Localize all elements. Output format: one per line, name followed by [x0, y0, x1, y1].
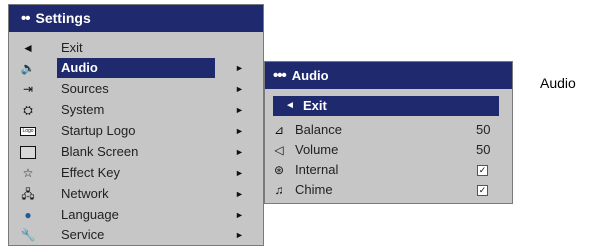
- figure-caption: Audio: [540, 75, 576, 91]
- submenu-item-internal[interactable]: ⊛ Internal ✓: [265, 160, 512, 180]
- system-icon: ⛭: [23, 103, 33, 117]
- chime-checkbox[interactable]: ✓: [477, 185, 488, 196]
- submenu-arrow-icon: ►: [235, 84, 244, 94]
- menu-item-label: System: [61, 102, 105, 117]
- menu-item-audio[interactable]: 🔈 Audio ►: [9, 58, 263, 78]
- back-arrow-icon: ◄: [22, 41, 34, 55]
- submenu-item-chime[interactable]: ♫ Chime ✓: [265, 180, 512, 200]
- menu-item-service[interactable]: 🔧 Service ►: [9, 225, 263, 245]
- wrench-icon: 🔧: [20, 228, 36, 242]
- settings-menu-title: •• Settings: [9, 5, 263, 32]
- submenu-item-label: Internal: [295, 162, 339, 177]
- settings-title-label: Settings: [35, 10, 91, 26]
- menu-item-exit[interactable]: ◄ Exit: [9, 38, 263, 58]
- menu-item-label: Blank Screen: [61, 144, 139, 159]
- menu-item-label: Startup Logo: [61, 123, 136, 138]
- menu-dots-icon: ••: [21, 10, 30, 27]
- submenu-item-label: Chime: [295, 182, 333, 197]
- submenu-arrow-icon: ►: [235, 168, 244, 178]
- submenu-arrow-icon: ►: [235, 105, 244, 115]
- volume-value: 50: [476, 142, 491, 157]
- blank-screen-icon: [19, 144, 37, 160]
- menu-item-effect-key[interactable]: ☆ Effect Key ►: [9, 163, 263, 183]
- menu-item-label: Audio: [57, 58, 215, 78]
- menu-item-system[interactable]: ⛭ System ►: [9, 100, 263, 120]
- globe-icon: ●: [24, 208, 32, 222]
- star-icon: ☆: [22, 166, 34, 180]
- submenu-item-label: Volume: [295, 142, 339, 157]
- speaker-icon: 🔈: [20, 61, 36, 75]
- balance-value: 50: [476, 122, 491, 137]
- audio-submenu: ••• Audio ◄ Exit ⊿ Balance 50 ◁ Volume 50…: [264, 61, 513, 204]
- menu-item-sources[interactable]: ⇥ Sources ►: [9, 79, 263, 99]
- menu-item-network[interactable]: 🖧 Network ►: [9, 184, 263, 204]
- submenu-item-exit[interactable]: ◄ Exit: [273, 96, 499, 116]
- submenu-item-balance[interactable]: ⊿ Balance 50: [265, 120, 512, 140]
- menu-item-language[interactable]: ● Language ►: [9, 205, 263, 225]
- submenu-item-label: Balance: [295, 122, 342, 137]
- submenu-item-volume[interactable]: ◁ Volume 50: [265, 140, 512, 160]
- submenu-arrow-icon: ►: [235, 126, 244, 136]
- logo-icon: Logo: [19, 123, 37, 139]
- submenu-arrow-icon: ►: [235, 210, 244, 220]
- sources-icon: ⇥: [22, 82, 34, 96]
- menu-item-label: Language: [61, 207, 119, 222]
- submenu-arrow-icon: ►: [235, 63, 244, 73]
- submenu-arrow-icon: ►: [235, 230, 244, 240]
- logo-icon-text: Logo: [20, 126, 36, 136]
- balance-icon: ⊿: [273, 123, 285, 137]
- menu-item-startup-logo[interactable]: Logo Startup Logo ►: [9, 121, 263, 141]
- network-icon: 🖧: [21, 187, 35, 201]
- internal-checkbox[interactable]: ✓: [477, 165, 488, 176]
- menu-item-label: Service: [61, 227, 105, 242]
- menu-item-label: Network: [61, 186, 109, 201]
- menu-item-label: Effect Key: [61, 165, 121, 180]
- menu-item-label: Sources: [61, 81, 109, 96]
- settings-menu: •• Settings ◄ Exit 🔈 Audio ► ⇥ Sources ► …: [8, 4, 264, 246]
- menu-item-blank-screen[interactable]: Blank Screen ►: [9, 142, 263, 162]
- submenu-arrow-icon: ►: [235, 147, 244, 157]
- audio-submenu-title: ••• Audio: [265, 62, 512, 89]
- menu-item-label: Exit: [61, 40, 83, 55]
- internal-speaker-icon: ⊛: [273, 163, 285, 177]
- menu-dots-icon: •••: [273, 67, 287, 84]
- submenu-item-label: Exit: [303, 98, 327, 113]
- volume-icon: ◁: [274, 143, 284, 157]
- audio-title-label: Audio: [291, 68, 329, 83]
- submenu-arrow-icon: ►: [235, 189, 244, 199]
- chime-icon: ♫: [274, 183, 284, 197]
- back-arrow-icon: ◄: [285, 100, 295, 111]
